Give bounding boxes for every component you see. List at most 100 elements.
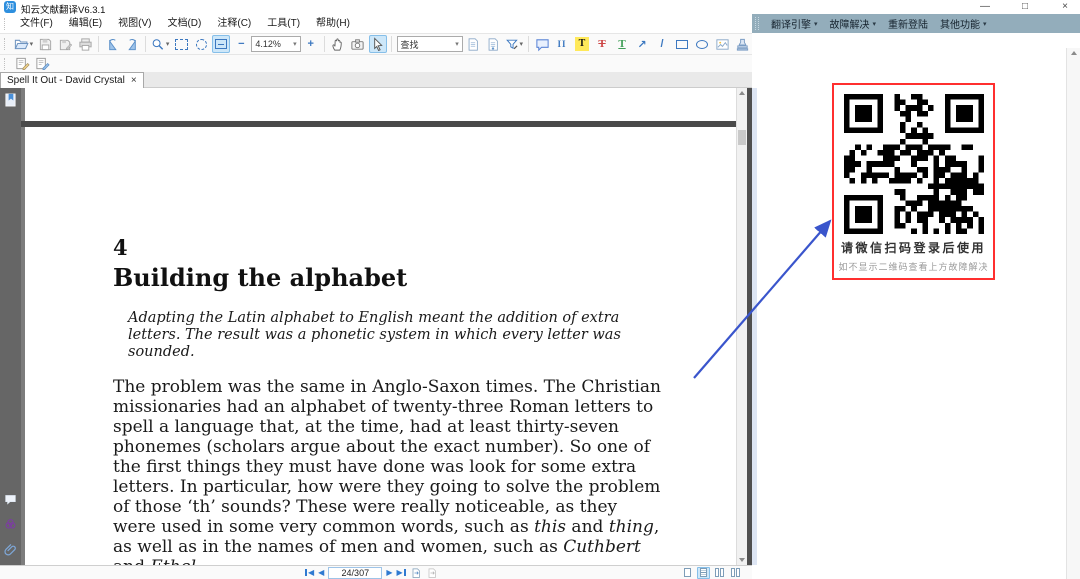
document-scrollbar[interactable] [736,88,747,565]
panel-scrollbar[interactable] [1066,48,1080,579]
facing-view-button[interactable] [713,567,726,579]
insert-text-tool-button[interactable]: II [553,35,571,53]
search-prev-result-button[interactable] [464,35,482,53]
page-navigation: ◀ ◀ 24/307 ▶ ▶ [305,566,438,579]
save-button[interactable] [36,35,54,53]
close-button[interactable]: × [1058,0,1072,14]
document-page: 4 Building the alphabet Adapting the Lat… [25,127,736,565]
zoom-level-combobox[interactable]: 4.12% ▾ [251,36,300,52]
scrollbar-thumb[interactable] [738,130,746,145]
paperclip-icon [3,542,18,557]
panel-menu-item-0[interactable]: 翻译引擎▾ [765,16,824,31]
menu-item-1[interactable]: 编辑(E) [61,15,110,33]
previous-page-button[interactable]: ◀ [318,566,324,579]
folder-open-icon [14,36,29,52]
stamp-tool-button[interactable] [733,35,751,53]
arrow-tool-button[interactable]: ↗ [633,35,651,53]
filter-annotations-button[interactable]: ▾ [504,35,524,53]
search-next-result-button[interactable] [484,35,502,53]
panel-menu-item-1[interactable]: 故障解决▾ [824,16,883,31]
toolbar-grip [4,18,7,30]
open-file-button[interactable]: ▾ [13,35,34,53]
cursor-arrow-icon [370,37,385,52]
line-tool-button[interactable]: / [653,35,671,53]
maximize-button[interactable]: □ [1018,0,1032,14]
menu-item-5[interactable]: 工具(T) [259,15,308,33]
tab-close-icon[interactable]: × [131,75,137,86]
page-number-input[interactable]: 24/307 [328,567,382,579]
previous-view-button[interactable] [410,567,422,579]
first-page-button[interactable]: ◀ [305,566,314,579]
comments-panel-button[interactable] [3,492,18,511]
edit-pen-icon [35,56,50,71]
strikethrough-icon: T [598,38,605,50]
fit-width-button[interactable] [212,35,230,53]
next-page-button[interactable]: ▶ [386,566,392,579]
marquee-zoom-button[interactable] [172,35,190,53]
oval-tool-button[interactable] [693,35,711,53]
minimize-button[interactable]: — [978,0,992,14]
bookmarks-panel-button[interactable] [3,92,18,113]
chevron-down-icon[interactable]: ▾ [166,40,170,48]
page-search-prev-icon [466,37,480,52]
menu-item-0[interactable]: 文件(F) [12,15,61,33]
body-paragraph: The problem was the same in Anglo-Saxon … [113,377,661,565]
panel-menu-item-3[interactable]: 其他功能▾ [934,16,993,31]
comment-bubble-icon [3,492,18,506]
search-placeholder: 查找 [401,38,419,51]
app-logo-icon: 知 [4,1,16,13]
snapshot-button[interactable] [349,35,367,53]
scroll-up-icon[interactable] [1071,51,1077,55]
next-view-button[interactable] [426,567,438,579]
edit-annotation-button[interactable] [13,55,31,73]
select-text-button[interactable] [369,35,387,53]
dynamic-zoom-button[interactable] [192,35,210,53]
highlight-tool-button[interactable]: T [573,35,591,53]
rotate-right-button[interactable] [123,35,141,53]
zoom-tool-button[interactable]: ▾ [150,35,170,53]
line-annotation-icon: / [660,38,663,50]
search-input[interactable]: 查找 ▾ [397,36,463,52]
qr-note: 如不显示二维码查看上方故障解决 [834,260,993,273]
strikethrough-tool-button[interactable]: T [593,35,611,53]
comment-tool-button[interactable] [533,35,551,53]
panel-menu-item-2[interactable]: 重新登陆 [882,16,934,31]
scroll-down-icon[interactable] [739,558,745,562]
rectangle-tool-button[interactable] [673,35,691,53]
rotate-left-button[interactable] [103,35,121,53]
chapter-epigraph: Adapting the Latin alphabet to English m… [128,310,633,361]
facing-continuous-view-button[interactable] [729,567,742,579]
edit-annotation-style-button[interactable] [33,55,51,73]
zoom-in-button[interactable]: + [302,35,320,53]
separator [324,36,325,52]
chevron-down-icon[interactable]: ▾ [289,40,297,48]
image-annotation-button[interactable] [713,35,731,53]
underline-tool-button[interactable]: T [613,35,631,53]
next-view-icon [426,567,438,579]
attachments-panel-button[interactable] [3,542,18,562]
chevron-down-icon[interactable]: ▾ [30,40,34,48]
menu-item-6[interactable]: 帮助(H) [308,15,358,33]
continuous-view-button[interactable] [697,567,710,579]
document-tab[interactable]: Spell It Out - David Crystal × [0,72,144,88]
menu-item-4[interactable]: 注释(C) [209,15,259,33]
plus-icon: + [307,38,313,50]
save-as-button[interactable] [56,35,74,53]
chevron-down-icon[interactable]: ▾ [520,40,524,48]
insert-text-icon: II [557,39,566,49]
hand-tool-button[interactable] [329,35,347,53]
last-page-button[interactable]: ▶ [396,566,405,579]
print-button[interactable] [76,35,94,53]
scroll-up-icon[interactable] [739,91,745,95]
page-content: 4 Building the alphabet Adapting the Lat… [25,127,673,565]
stamps-panel-button[interactable] [3,517,18,536]
tab-bar: Spell It Out - David Crystal × [0,72,752,88]
magnifier-icon [151,37,165,52]
window-controls: — □ × [978,0,1072,14]
zoom-out-button[interactable]: − [232,35,250,53]
chevron-down-icon[interactable]: ▾ [451,40,459,48]
single-page-view-button[interactable] [681,567,694,579]
window-title: 知云文献翻译V6.3.1 [21,2,105,16]
menu-item-3[interactable]: 文档(D) [159,15,209,33]
menu-item-2[interactable]: 视图(V) [110,15,159,33]
